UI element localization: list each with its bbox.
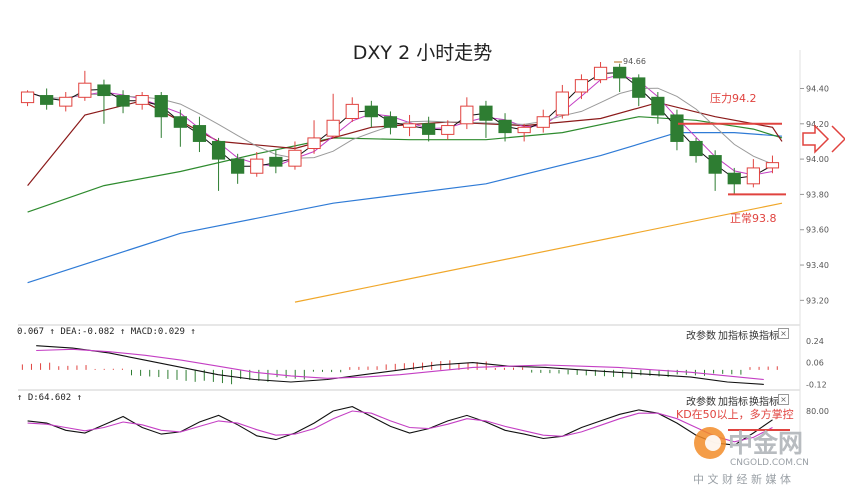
- y-tick-label: 93.60: [806, 226, 829, 235]
- candle-body: [326, 119, 340, 137]
- watermark-domain: CNGOLD.COM.CN: [730, 458, 809, 468]
- ma-line-blue: [27, 132, 783, 284]
- chart-stage: 94.40 94.20 94.00 93.80 93.60 93.40 93.20 压力94.…: [0, 0, 845, 495]
- candle-body: [97, 84, 111, 97]
- right-arrow-partial-icon: [831, 125, 845, 153]
- candle-body: [40, 95, 54, 105]
- resistance-label: 压力94.2: [710, 92, 757, 105]
- candle-body: [345, 103, 359, 119]
- macd-add-indicator-button[interactable]: 加指标: [718, 327, 748, 342]
- candle-body: [555, 91, 569, 116]
- ma-line-dark_red: [27, 100, 783, 186]
- candle-body: [498, 119, 512, 134]
- candle-body: [116, 95, 130, 107]
- candle-body: [59, 96, 73, 107]
- ma-line-green: [27, 116, 783, 213]
- candle-body: [670, 114, 684, 142]
- macd-tick-label: 0.24: [806, 337, 824, 346]
- macd-tick-label: 0.06: [806, 359, 824, 368]
- candle-body: [383, 116, 398, 128]
- candle-body: [441, 125, 455, 135]
- candle-body: [402, 123, 417, 128]
- chart-svg: 94.4094.2094.0093.8093.6093.4093.20压力94.…: [18, 50, 845, 459]
- candle-body: [307, 137, 321, 150]
- candle-body: [727, 172, 741, 185]
- kd-change-indicator-button[interactable]: 换指标: [749, 393, 779, 408]
- macd-change-indicator-button[interactable]: 换指标: [749, 327, 779, 342]
- kd-close-icon[interactable]: ×: [778, 394, 789, 405]
- candle-body: [708, 155, 722, 174]
- candle-body: [250, 158, 264, 174]
- candle-body: [20, 91, 35, 104]
- chart-title: DXY 2 小时走势: [352, 42, 493, 64]
- watermark-brand: 中金网: [728, 429, 804, 458]
- kd-note-label: KD在50以上，多方掌控: [676, 407, 794, 421]
- candle-body: [231, 158, 245, 174]
- watermark-tagline: 中 文 财 经 新 媒 体: [693, 473, 791, 486]
- macd-close-icon[interactable]: ×: [778, 328, 789, 339]
- candle-body: [269, 156, 283, 167]
- watermark-logo-inner: [705, 435, 721, 451]
- candle-body: [364, 105, 378, 118]
- ma-line-orange: [294, 202, 783, 303]
- y-tick-label: 94.00: [806, 155, 829, 164]
- candle-body: [154, 95, 168, 118]
- candle-body: [593, 66, 608, 81]
- kd-tick-label: 80.00: [806, 407, 829, 416]
- kd-edit-params-button[interactable]: 改参数: [686, 393, 716, 408]
- support-label: 正常93.8: [730, 212, 777, 225]
- candle-body: [765, 162, 780, 169]
- y-tick-label: 94.40: [806, 84, 829, 93]
- candle-body: [135, 95, 149, 105]
- candle-body: [632, 77, 646, 98]
- kd-add-indicator-button[interactable]: 加指标: [718, 393, 748, 408]
- kd-k-line: [27, 406, 773, 446]
- candle-body: [651, 96, 665, 116]
- y-tick-label: 93.40: [806, 261, 829, 270]
- candle-body: [574, 79, 589, 93]
- candle-body: [613, 66, 627, 79]
- candle-body: [78, 82, 92, 98]
- candle-body: [517, 126, 531, 134]
- candle-body: [422, 123, 436, 135]
- candle-body: [746, 167, 760, 185]
- macd-dif-line: [36, 345, 764, 385]
- candle-body: [288, 149, 302, 167]
- y-tick-label: 93.20: [806, 296, 829, 305]
- right-arrow-icon: [802, 124, 830, 154]
- candle-body: [536, 116, 550, 128]
- kd-values: ↑ D:64.602 ↑: [17, 393, 83, 403]
- candle-body: [479, 105, 493, 121]
- candle-body: [211, 140, 226, 160]
- candle-body: [460, 105, 474, 125]
- candle-body: [689, 140, 703, 157]
- macd-tick-label: -0.12: [806, 380, 827, 389]
- macd-values: 0.067 ↑ DEA:-0.082 ↑ MACD:0.029 ↑: [17, 327, 196, 337]
- macd-edit-params-button[interactable]: 改参数: [686, 327, 716, 342]
- candle-body: [192, 125, 207, 142]
- candle-body: [173, 116, 187, 128]
- y-tick-label: 93.80: [806, 190, 829, 199]
